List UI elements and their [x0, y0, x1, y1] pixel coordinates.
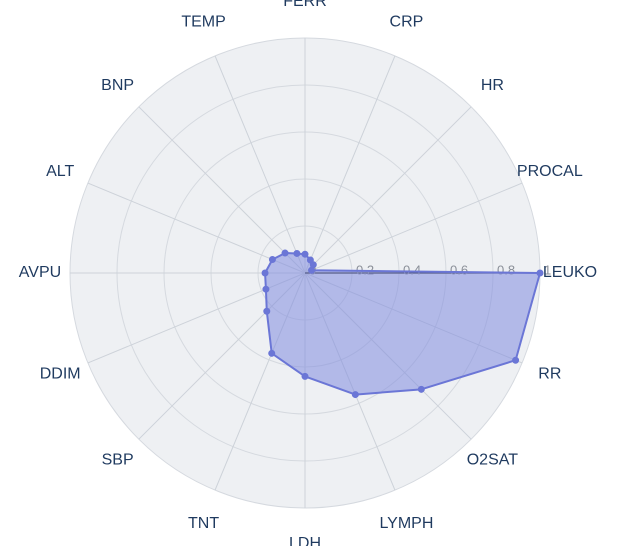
radar-svg: 00.20.40.60.81LEUKORRO2SATLYMPHLDHTNTSBP…: [0, 0, 640, 546]
axis-label-temp: TEMP: [181, 13, 225, 30]
series-point: [309, 267, 315, 273]
axis-label-crp: CRP: [390, 13, 424, 30]
series-point: [513, 357, 519, 363]
axis-label-tnt: TNT: [188, 515, 219, 532]
axis-label-procal: PROCAL: [517, 163, 583, 180]
axis-label-alt: ALT: [46, 163, 74, 180]
radar-chart: 00.20.40.60.81LEUKORRO2SATLYMPHLDHTNTSBP…: [0, 0, 640, 546]
axis-label-lymph: LYMPH: [379, 515, 433, 532]
series-point: [294, 250, 300, 256]
series-point: [418, 386, 424, 392]
axis-label-hr: HR: [481, 77, 504, 94]
plot-area: 00.20.40.60.81LEUKORRO2SATLYMPHLDHTNTSBP…: [19, 0, 597, 546]
series-point: [537, 270, 543, 276]
series-point: [352, 392, 358, 398]
series-point: [262, 270, 268, 276]
series-point: [263, 286, 269, 292]
axis-label-o2sat: O2SAT: [467, 452, 519, 469]
axis-label-avpu: AVPU: [19, 264, 61, 281]
axis-label-sbp: SBP: [102, 452, 134, 469]
axis-label-ddim: DDIM: [40, 366, 81, 383]
series-point: [302, 251, 308, 257]
axis-label-rr: RR: [538, 366, 561, 383]
axis-label-leuko: LEUKO: [543, 264, 597, 281]
axis-label-ldh: LDH: [289, 535, 321, 546]
series-point: [302, 373, 308, 379]
series-point: [310, 262, 316, 268]
series-point: [269, 350, 275, 356]
series-point: [264, 308, 270, 314]
series-point: [269, 257, 275, 263]
series-point: [282, 250, 288, 256]
axis-label-bnp: BNP: [101, 77, 134, 94]
axis-label-ferr: FERR: [283, 0, 327, 10]
